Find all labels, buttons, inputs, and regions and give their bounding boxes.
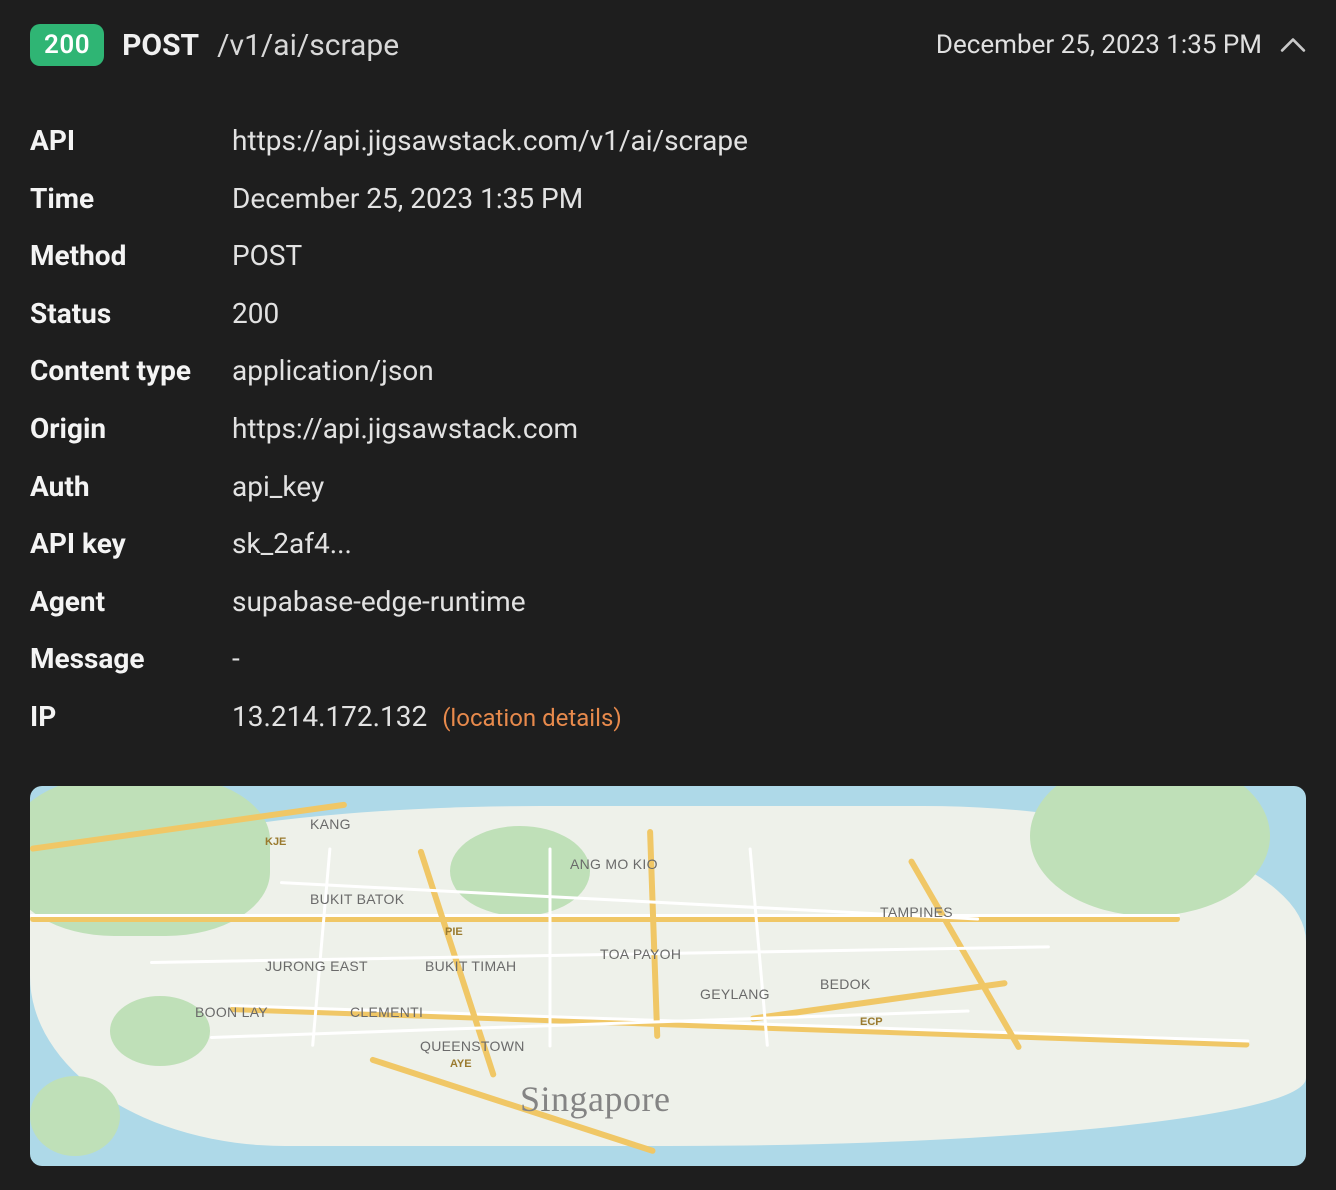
value-agent: supabase-edge-runtime	[232, 585, 1306, 619]
value-ip: 13.214.172.132 (location details)	[232, 700, 1306, 734]
chevron-up-icon	[1280, 37, 1306, 53]
path-text: /v1/ai/scrape	[217, 28, 399, 63]
value-auth: api_key	[232, 470, 1306, 504]
map-shield: PIE	[445, 926, 463, 938]
map-shield: KJE	[265, 836, 286, 848]
ip-address: 13.214.172.132	[232, 700, 427, 733]
label-message: Message	[30, 642, 230, 676]
value-status: 200	[232, 297, 1306, 331]
label-time: Time	[30, 182, 230, 216]
map-place: QUEENSTOWN	[420, 1038, 525, 1054]
collapse-toggle[interactable]	[1280, 37, 1306, 53]
details-grid: API https://api.jigsawstack.com/v1/ai/sc…	[30, 124, 1306, 734]
location-map[interactable]: KANG ANG MO KIO BUKIT BATOK TAMPINES JUR…	[30, 786, 1306, 1166]
value-time: December 25, 2023 1:35 PM	[232, 182, 1306, 216]
map-place: TAMPINES	[880, 904, 953, 920]
label-auth: Auth	[30, 470, 230, 504]
value-message: -	[232, 642, 1306, 676]
header-right: December 25, 2023 1:35 PM	[936, 30, 1306, 60]
label-origin: Origin	[30, 412, 230, 446]
map-place: CLEMENTI	[350, 1004, 423, 1020]
map-place: GEYLANG	[700, 986, 770, 1002]
map-shield: ECP	[860, 1016, 883, 1028]
map-place: TOA PAYOH	[600, 946, 681, 962]
map-place: BUKIT BATOK	[310, 891, 404, 907]
value-api-key: sk_2af4...	[232, 527, 1306, 561]
label-method: Method	[30, 239, 230, 273]
value-origin: https://api.jigsawstack.com	[232, 412, 1306, 446]
value-content-type: application/json	[232, 354, 1306, 388]
header-left: 200 POST /v1/ai/scrape	[30, 24, 399, 66]
map-place: KANG	[310, 816, 351, 832]
map-place: BOON LAY	[195, 1004, 268, 1020]
timestamp-text: December 25, 2023 1:35 PM	[936, 30, 1262, 60]
label-ip: IP	[30, 700, 230, 734]
log-detail-panel: 200 POST /v1/ai/scrape December 25, 2023…	[0, 0, 1336, 1190]
map-shield: AYE	[450, 1058, 472, 1070]
map-place: BUKIT TIMAH	[425, 958, 516, 974]
label-agent: Agent	[30, 585, 230, 619]
label-api-key: API key	[30, 527, 230, 561]
map-place: BEDOK	[820, 976, 871, 992]
map-city: Singapore	[520, 1078, 670, 1120]
location-details-link[interactable]: (location details)	[442, 704, 622, 732]
map-place: JURONG EAST	[265, 958, 368, 974]
label-status: Status	[30, 297, 230, 331]
map-place: ANG MO KIO	[570, 856, 658, 872]
label-api: API	[30, 124, 230, 158]
status-badge: 200	[30, 24, 104, 66]
method-text: POST	[122, 28, 199, 63]
label-content-type: Content type	[30, 354, 230, 388]
log-header: 200 POST /v1/ai/scrape December 25, 2023…	[30, 24, 1306, 66]
value-api: https://api.jigsawstack.com/v1/ai/scrape	[232, 124, 1306, 158]
value-method: POST	[232, 239, 1306, 273]
